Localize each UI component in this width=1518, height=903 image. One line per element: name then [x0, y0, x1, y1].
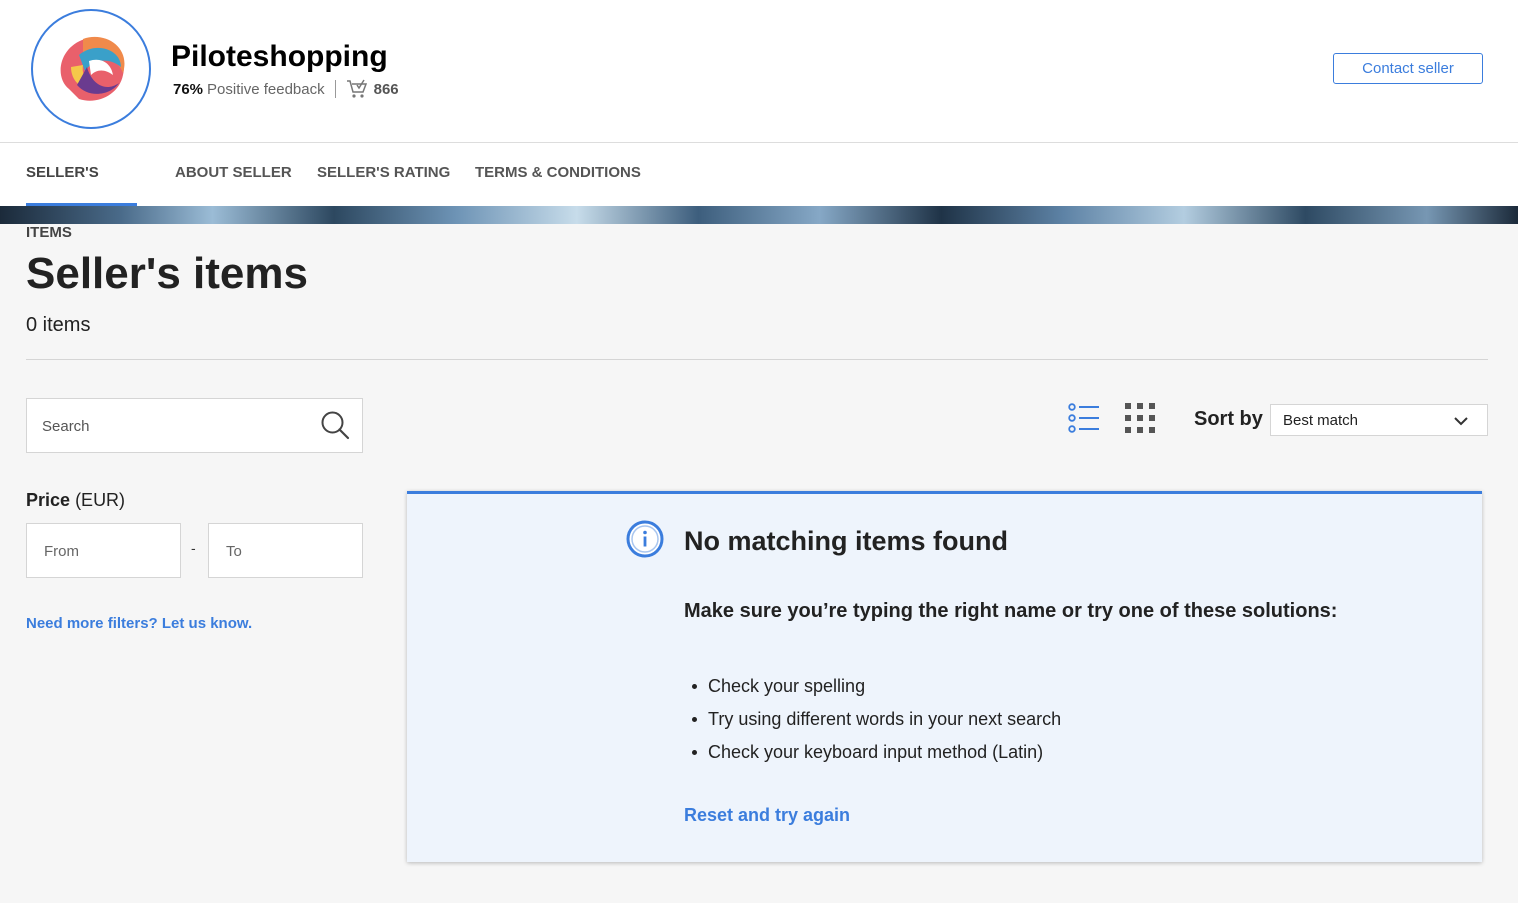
tips-list: Check your spelling Try using different … — [692, 670, 1061, 769]
tab-terms-conditions[interactable]: TERMS & CONDITIONS — [475, 143, 641, 206]
sales-count: 866 — [373, 80, 399, 98]
tab-sellers-items[interactable]: SELLER'S ITEMS — [26, 143, 137, 241]
tip-text: Check your keyboard input method (Latin) — [708, 742, 1044, 762]
seller-avatar[interactable] — [31, 9, 151, 129]
reset-link[interactable]: Reset and try again — [684, 805, 850, 826]
info-icon — [626, 520, 664, 558]
list-item: Try using different words in your next s… — [692, 703, 1061, 736]
seller-name: Piloteshopping — [171, 40, 388, 73]
price-from-box — [26, 523, 181, 578]
empty-title: No matching items found — [684, 526, 1008, 556]
search-box — [26, 398, 363, 453]
tab-about-seller[interactable]: ABOUT SELLER — [175, 143, 292, 206]
empty-subtitle: Make sure you’re typing the right name o… — [684, 600, 1338, 622]
tip-text: Check your spelling — [708, 676, 866, 696]
bullet — [692, 684, 697, 689]
price-label: Price (EUR) — [26, 490, 125, 511]
tip-text: Try using different words in your next s… — [708, 709, 1062, 729]
section-divider — [26, 359, 1488, 360]
sort-label: Sort by — [1194, 408, 1263, 430]
price-to-input[interactable] — [224, 539, 348, 563]
list-item: Check your spelling — [692, 670, 1061, 703]
seller-banner — [0, 206, 1518, 224]
search-icon[interactable] — [320, 410, 350, 440]
seller-tabs: SELLER'S ITEMS ABOUT SELLER SELLER'S RAT… — [0, 143, 1518, 241]
sort-select[interactable]: Best match — [1270, 404, 1488, 436]
cart-icon — [346, 79, 367, 98]
search-input[interactable] — [40, 413, 314, 439]
list-item: Check your keyboard input method (Latin) — [692, 736, 1061, 769]
price-dash: - — [191, 540, 196, 556]
seller-logo-icon — [60, 36, 125, 101]
price-from-input[interactable] — [42, 539, 166, 563]
price-label-text: Price — [26, 490, 71, 510]
grid-view-icon[interactable] — [1125, 403, 1155, 433]
chevron-down-icon — [1454, 417, 1468, 426]
sort-value: Best match — [1283, 412, 1359, 429]
item-count: 0 items — [26, 314, 91, 336]
feedback-percent: 76% — [173, 80, 204, 98]
feedback-label: Positive feedback — [207, 80, 325, 98]
stats-divider — [334, 80, 336, 98]
page-title: Seller's items — [26, 249, 308, 298]
contact-seller-button[interactable]: Contact seller — [1333, 53, 1483, 84]
more-filters-link[interactable]: Need more filters? Let us know. — [26, 615, 252, 632]
seller-header: Piloteshopping 76% Positive feedback 866… — [0, 0, 1518, 143]
seller-stats: 76% Positive feedback 866 — [173, 79, 399, 99]
bullet — [692, 717, 697, 722]
bullet — [692, 750, 697, 755]
tab-sellers-rating[interactable]: SELLER'S RATING — [317, 143, 450, 206]
price-to-box — [208, 523, 363, 578]
price-currency: (EUR) — [75, 490, 126, 510]
list-view-icon[interactable] — [1068, 403, 1100, 433]
